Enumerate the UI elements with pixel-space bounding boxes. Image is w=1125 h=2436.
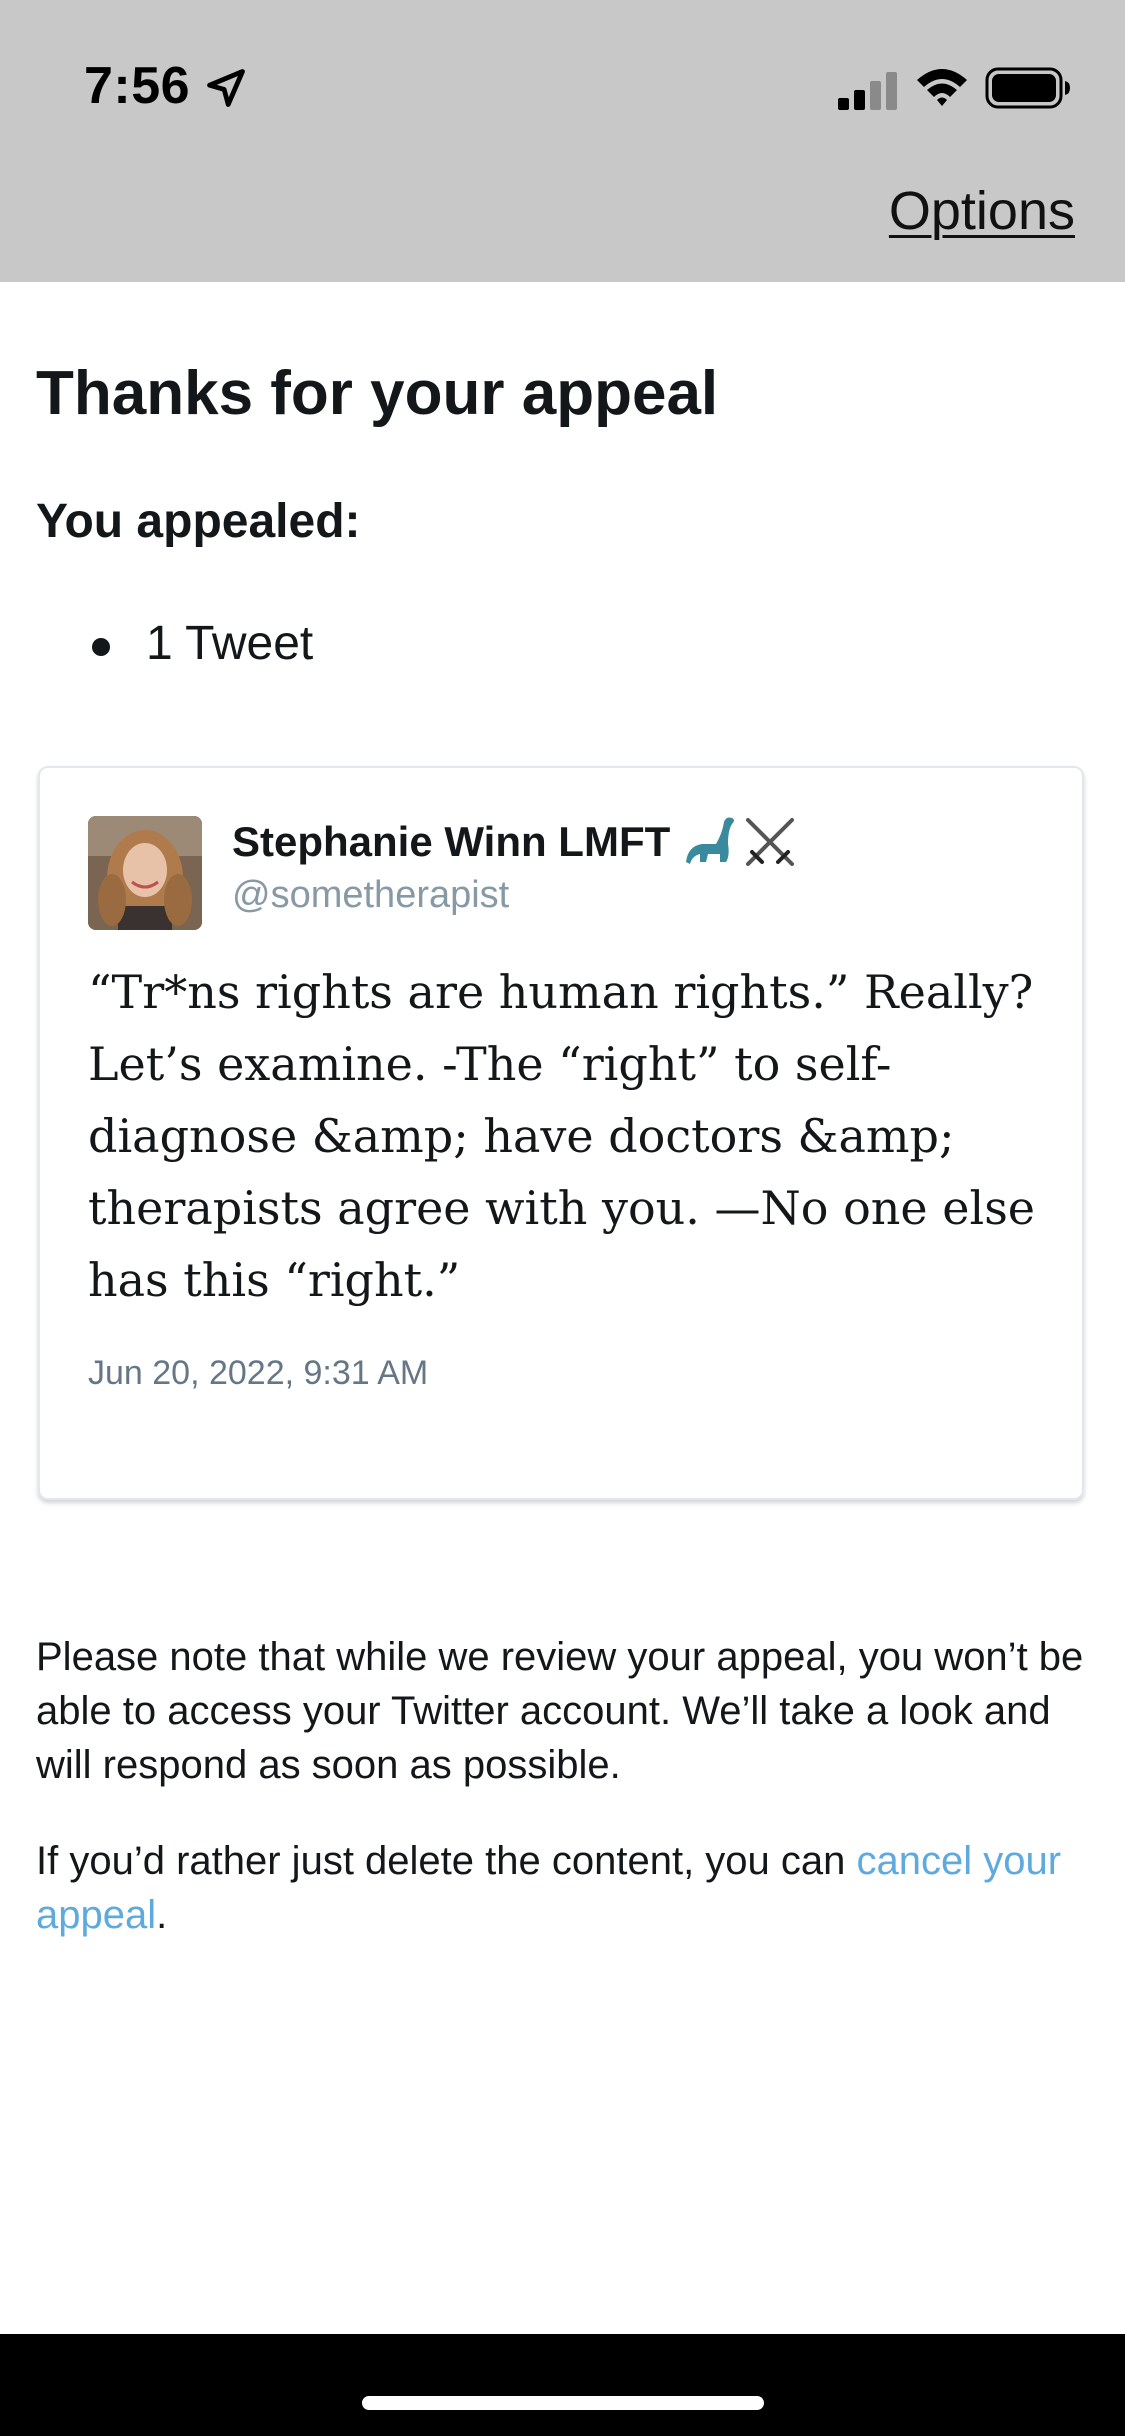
- appealed-item-label: 1 Tweet: [146, 617, 314, 670]
- tweet-author-handle: @sometherapist: [232, 874, 510, 916]
- tweet-card: Stephanie Winn LMFT @sometherapist “Tr*n…: [38, 766, 1084, 1500]
- options-link[interactable]: Options: [889, 180, 1075, 242]
- avatar-image: [88, 816, 202, 930]
- wifi-icon: [917, 69, 967, 106]
- author-emojis: [686, 817, 794, 866]
- tweet-author-name: Stephanie Winn LMFT: [232, 818, 671, 865]
- delete-note: If you’d rather just delete the content,…: [36, 1834, 1096, 1942]
- list-item: 1 Tweet: [36, 616, 313, 671]
- top-bar: 7:56 Options: [0, 0, 1125, 282]
- review-note: Please note that while we review your ap…: [36, 1635, 1084, 1787]
- appealed-items-list: 1 Tweet: [36, 616, 313, 671]
- bullet-icon: [92, 638, 110, 656]
- cellular-signal-icon: [838, 72, 897, 110]
- status-time: 7:56: [84, 57, 191, 115]
- sauropod-icon: [686, 817, 734, 864]
- location-arrow-icon: [207, 69, 245, 107]
- appealed-label: You appealed:: [36, 495, 361, 548]
- battery-icon: [985, 67, 1070, 109]
- crossed-swords-icon: [746, 818, 794, 866]
- delete-note-suffix: .: [156, 1893, 168, 1937]
- tweet-date: Jun 20, 2022, 9:31 AM: [88, 1354, 429, 1392]
- tweet-text: “Tr*ns rights are human rights.” Really?…: [88, 965, 1036, 1307]
- delete-note-prefix: If you’d rather just delete the content,…: [36, 1839, 857, 1883]
- avatar: [88, 816, 202, 930]
- page-title: Thanks for your appeal: [36, 359, 719, 428]
- home-indicator[interactable]: [362, 2396, 764, 2410]
- bottom-bar: [0, 2334, 1125, 2436]
